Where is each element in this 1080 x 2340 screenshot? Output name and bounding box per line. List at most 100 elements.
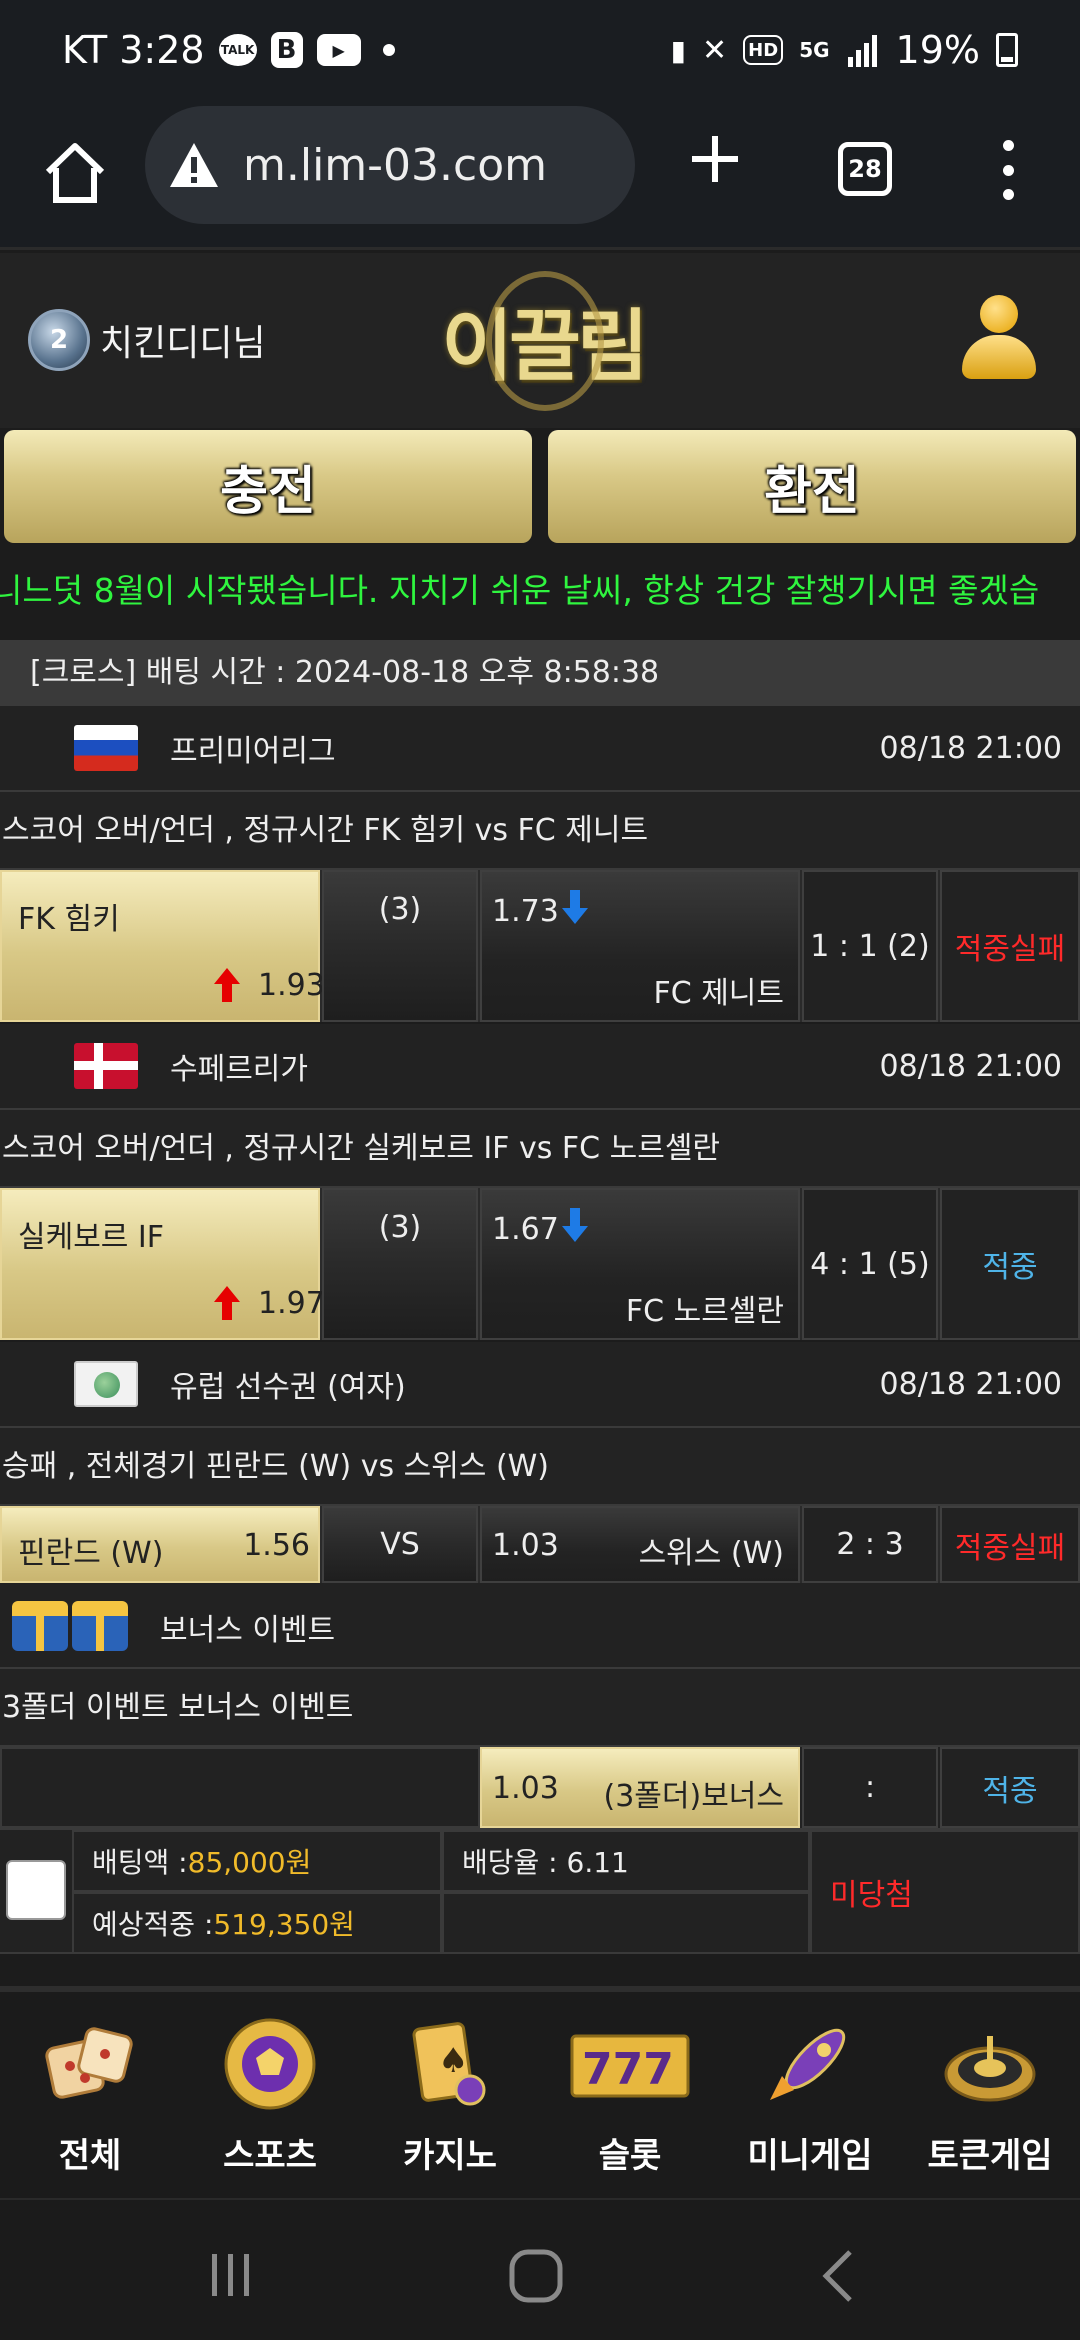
score-cell: 2 : 3 — [802, 1506, 938, 1583]
home-team: 실케보르 IF — [18, 1220, 165, 1255]
europe-globe-icon — [74, 1361, 138, 1407]
handicap-value: (3) — [378, 892, 422, 927]
site-header: 2 치킨디디님 이끌림 — [0, 253, 1080, 428]
home-nav-icon[interactable] — [508, 2248, 564, 2304]
nav-slot[interactable]: 777 슬롯 — [540, 1992, 720, 2198]
status-bar: KT 3:28 TALK B ▶ ▮ ✕ HD 5G 19% — [0, 0, 1080, 100]
market-row: 스코어 오버/언더 , 정규시간 실케보르 IF vs FC 노르셸란 — [0, 1110, 1080, 1188]
odds-row: 핀란드 (W) 1.56 VS 1.03 스위스 (W) 2 : 3 적중실패 — [0, 1506, 1080, 1583]
arrow-down-icon — [562, 1208, 588, 1242]
back-icon[interactable] — [818, 2248, 858, 2304]
roulette-icon — [944, 2036, 1036, 2102]
arrow-up-icon — [214, 1286, 240, 1320]
username: 치킨디디님 — [100, 323, 266, 364]
odds-row: 실케보르 IF 1.97 (3) 1.67 FC 노르셸란 4 : 1 (5) … — [0, 1188, 1080, 1340]
away-team: FC 제니트 — [653, 976, 784, 1011]
handicap-cell: (3) — [322, 870, 478, 1022]
league-name: 수페르리가 — [170, 1052, 308, 1087]
site-logo[interactable]: 이끌림 — [438, 265, 649, 415]
away-odds-button[interactable]: 1.73 FC 제니트 — [480, 870, 800, 1022]
score-cell: : — [802, 1747, 938, 1828]
result-cell: 적중실패 — [940, 870, 1080, 1022]
bet-summary: 배팅액 : 85,000원 예상적중 : 519,350원 배당율 : 6.11… — [0, 1828, 1080, 1954]
home-odd: 1.93 — [258, 968, 325, 1003]
away-odd: 1.67 — [492, 1212, 559, 1247]
nav-token-game[interactable]: 토큰게임 — [900, 1992, 1080, 2198]
b-app-icon: B — [270, 32, 303, 68]
home-odds-button[interactable]: 핀란드 (W) 1.56 — [0, 1506, 320, 1583]
system-nav-bar — [0, 2198, 1080, 2340]
carrier-time: KT 3:28 — [62, 28, 205, 72]
signal-icon — [847, 35, 877, 67]
recent-apps-icon[interactable] — [206, 2250, 256, 2300]
svg-text:777: 777 — [582, 2044, 674, 2095]
bonus-name: (3폴더)보너스 — [603, 1779, 785, 1814]
select-checkbox[interactable] — [6, 1860, 66, 1920]
battery-saver-icon: ▮ — [670, 33, 687, 67]
soccer-ball-icon — [224, 2018, 316, 2110]
home-odd: 1.97 — [258, 1286, 325, 1321]
user-info[interactable]: 2 치킨디디님 — [28, 309, 266, 371]
bet-amount: 배팅액 : 85,000원 — [72, 1830, 442, 1892]
bottom-nav: 전체 스포츠 ♠ 카지노 777 슬롯 미니게임 토큰게임 — [0, 1986, 1080, 2198]
match-date: 08/18 21:00 — [879, 1366, 1062, 1402]
league-row: 수페르리가 08/18 21:00 — [0, 1024, 1080, 1110]
home-odds-button[interactable]: 실케보르 IF 1.97 — [0, 1188, 325, 1340]
bonus-odds-button[interactable]: 1.03 (3폴더)보너스 — [480, 1747, 800, 1828]
empty-cell — [0, 1747, 480, 1828]
bet-amount-value: 85,000원 — [187, 1846, 312, 1879]
address-bar[interactable]: m.lim-03.com — [145, 106, 635, 224]
score-cell: 1 : 1 (2) — [802, 870, 938, 1022]
battery-icon — [996, 33, 1018, 67]
notification-dot-icon — [382, 44, 395, 56]
handicap-value: (3) — [378, 1210, 422, 1245]
odds-row: FK 힘키 1.93 (3) 1.73 FC 제니트 1 : 1 (2) 적중실… — [0, 870, 1080, 1022]
odds-rate: 배당율 : 6.11 — [442, 1830, 810, 1892]
bet-amount-label: 배팅액 : — [92, 1846, 188, 1879]
league-name: 프리미어리그 — [170, 734, 336, 769]
nav-minigame[interactable]: 미니게임 — [720, 1992, 900, 2198]
bonus-title: 보너스 이벤트 — [160, 1613, 336, 1648]
handicap-cell: (3) — [322, 1188, 478, 1340]
new-tab-icon[interactable] — [690, 134, 740, 184]
home-team: 핀란드 (W) — [18, 1536, 164, 1571]
result-cell: 적중실패 — [940, 1506, 1080, 1583]
arrow-down-icon — [562, 890, 588, 924]
profile-icon[interactable] — [958, 295, 1036, 385]
russia-flag-icon — [74, 725, 138, 771]
rocket-icon — [770, 2022, 852, 2100]
cards-icon: ♠ — [412, 2022, 486, 2106]
expected-win: 예상적중 : 519,350원 — [72, 1892, 442, 1954]
result-cell: 적중 — [940, 1188, 1080, 1340]
nav-label: 전체 — [58, 2136, 122, 2176]
nav-sports[interactable]: 스포츠 — [180, 1992, 360, 2198]
nav-all[interactable]: 전체 — [0, 1992, 180, 2198]
nav-label: 카지노 — [403, 2136, 497, 2176]
bonus-market-row: 3폴더 이벤트 보너스 이벤트 — [0, 1669, 1080, 1747]
bet-status: 미당첨 — [810, 1830, 1080, 1954]
match-date: 08/18 21:00 — [879, 1048, 1062, 1084]
nav-label: 미니게임 — [747, 2136, 873, 2176]
expected-value: 519,350원 — [213, 1908, 355, 1941]
5g-icon: 5G — [799, 38, 830, 62]
bet-header: [크로스] 배팅 시간 : 2024-08-18 오후 8:58:38 — [0, 640, 1080, 706]
home-icon[interactable] — [40, 138, 110, 208]
away-odds-button[interactable]: 1.67 FC 노르셸란 — [480, 1188, 800, 1340]
market-row: 스코어 오버/언더 , 정규시간 FK 힘키 vs FC 제니트 — [0, 792, 1080, 870]
exchange-button[interactable]: 환전 — [548, 430, 1076, 543]
away-odd: 1.73 — [492, 894, 559, 929]
bonus-odds-row: 1.03 (3폴더)보너스 : 적중 — [0, 1747, 1080, 1828]
marquee-text: 니느덧 8월이 시작됐습니다. 지치기 쉬운 날씨, 항상 건강 잘챙기시면 좋… — [0, 571, 1040, 610]
home-odds-button[interactable]: FK 힘키 1.93 — [0, 870, 325, 1022]
browser-menu-icon[interactable] — [998, 140, 1018, 200]
bonus-odd: 1.03 — [492, 1771, 559, 1806]
tab-switcher-button[interactable]: 28 — [838, 142, 892, 196]
nav-label: 토큰게임 — [927, 2136, 1053, 2176]
charge-button[interactable]: 충전 — [4, 430, 532, 543]
market-row: 승패 , 전체경기 핀란드 (W) vs 스위스 (W) — [0, 1428, 1080, 1506]
nav-casino[interactable]: ♠ 카지노 — [360, 1992, 540, 2198]
home-odd: 1.56 — [243, 1528, 310, 1563]
league-row: 프리미어리그 08/18 21:00 — [0, 706, 1080, 792]
gift-icon — [12, 1601, 68, 1651]
away-odds-button[interactable]: 1.03 스위스 (W) — [480, 1506, 800, 1583]
